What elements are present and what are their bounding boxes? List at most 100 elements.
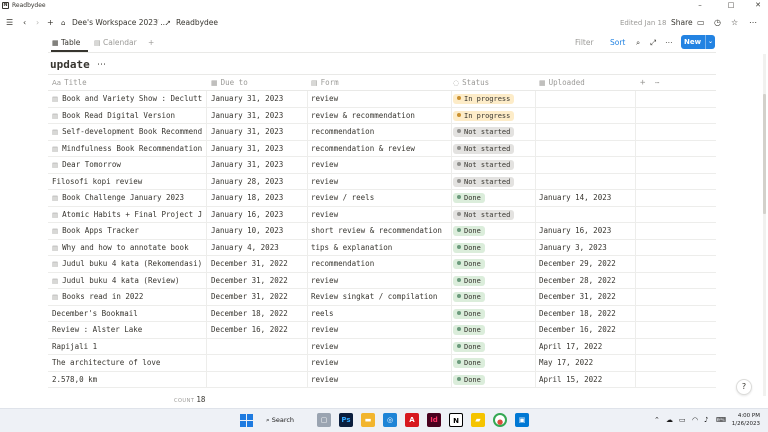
windows-start-icon[interactable] — [240, 414, 253, 427]
cell-status[interactable]: Not started — [453, 124, 535, 141]
battery-icon[interactable]: ▭ — [679, 413, 686, 427]
cell-title[interactable]: Review : Alster Lake — [52, 322, 206, 339]
tab-calendar[interactable]: ▤ Calendar — [94, 36, 137, 50]
cell-uploaded[interactable]: April 15, 2022 — [539, 372, 635, 389]
cell-uploaded[interactable] — [539, 124, 635, 141]
column-due[interactable]: ▦ Due to — [211, 75, 248, 91]
cell-uploaded[interactable]: December 31, 2022 — [539, 289, 635, 306]
cell-form[interactable]: reels — [311, 306, 451, 323]
table-row[interactable]: Filosofi kopi review January 28, 2023 revi… — [48, 173, 716, 191]
cell-uploaded[interactable]: January 16, 2023 — [539, 223, 635, 240]
breadcrumb-workspace[interactable]: Dee's Workspace 2023 ... — [72, 16, 167, 30]
cell-due-date[interactable]: January 31, 2023 — [211, 157, 307, 174]
cell-title[interactable]: Filosofi kopi review — [52, 174, 206, 191]
cell-title[interactable]: ▤ Self-development Book Recommend — [52, 124, 206, 141]
back-arrow-icon[interactable]: ‹ — [23, 16, 26, 30]
cell-status[interactable]: Done — [453, 240, 535, 257]
cell-form[interactable]: review — [311, 355, 451, 372]
column-options-icon[interactable]: ⋯ — [655, 75, 660, 91]
volume-icon[interactable]: ♪ — [704, 413, 708, 427]
cell-uploaded[interactable]: May 17, 2022 — [539, 355, 635, 372]
cell-form[interactable]: review — [311, 174, 451, 191]
cell-due-date[interactable]: January 31, 2023 — [211, 124, 307, 141]
onedrive-icon[interactable]: ☁ — [666, 413, 673, 427]
more-options-icon[interactable]: ⋯ — [749, 16, 757, 30]
table-row[interactable]: ▤ Mindfulness Book Recommendation January … — [48, 140, 716, 158]
scrollbar-thumb[interactable] — [763, 94, 766, 214]
cell-form[interactable]: review — [311, 91, 451, 108]
cell-uploaded[interactable] — [539, 91, 635, 108]
minimize-button[interactable]: – — [690, 0, 710, 11]
forward-arrow-icon[interactable]: › — [36, 16, 39, 30]
cell-uploaded[interactable]: December 29, 2022 — [539, 256, 635, 273]
cell-uploaded[interactable]: January 3, 2023 — [539, 240, 635, 257]
cell-status[interactable]: Not started — [453, 174, 535, 191]
cell-status[interactable]: Not started — [453, 207, 535, 224]
view-options-icon[interactable]: ⋯ — [665, 36, 673, 50]
table-row[interactable]: ▤ Self-development Book Recommend January … — [48, 124, 716, 141]
close-window-button[interactable]: ✕ — [748, 0, 768, 11]
table-row[interactable]: Review : Alster Lake December 16, 2022 rev… — [48, 322, 716, 339]
table-row[interactable]: ▤ Judul buku 4 kata (Review) December 31, … — [48, 272, 716, 290]
cell-title[interactable]: December's Bookmail — [52, 306, 206, 323]
table-row[interactable]: ▤ Dear Tomorrow January 31, 2023 review Not … — [48, 157, 716, 174]
cell-form[interactable]: tips & explanation — [311, 240, 451, 257]
cell-form[interactable]: review — [311, 273, 451, 290]
cell-title[interactable]: ▤ Mindfulness Book Recommendation — [52, 141, 206, 158]
cell-due-date[interactable]: December 31, 2022 — [211, 273, 307, 290]
cell-title[interactable]: ▤ Books read in 2022 — [52, 289, 206, 306]
cell-due-date[interactable]: January 28, 2023 — [211, 174, 307, 191]
cell-uploaded[interactable]: December 16, 2022 — [539, 322, 635, 339]
cell-title[interactable]: ▤ Atomic Habits + Final Project J — [52, 207, 206, 224]
table-row[interactable]: ▤ Book Read Digital Version January 31, 20… — [48, 107, 716, 125]
cell-title[interactable]: Rapijali 1 — [52, 339, 206, 356]
tray-chevron-icon[interactable]: ⌃ — [654, 413, 660, 427]
table-row[interactable]: 2.578,0 km review Done April 15, 2022 — [48, 371, 716, 389]
cell-form[interactable]: review & recommendation — [311, 108, 451, 125]
cell-form[interactable]: recommendation — [311, 256, 451, 273]
cell-due-date[interactable]: January 16, 2023 — [211, 207, 307, 224]
cell-form[interactable]: review — [311, 157, 451, 174]
acrobat-icon[interactable]: A — [405, 413, 419, 427]
cell-form[interactable]: review — [311, 339, 451, 356]
cell-status[interactable]: Done — [453, 190, 535, 207]
cell-title[interactable]: ▤ Judul buku 4 kata (Rekomendasi) — [52, 256, 206, 273]
cell-form[interactable]: recommendation & review — [311, 141, 451, 158]
cell-title[interactable]: ▤ Why and how to annotate book — [52, 240, 206, 257]
column-title[interactable]: Aa Title — [52, 75, 87, 91]
cell-status[interactable]: Not started — [453, 141, 535, 158]
table-row[interactable]: ▤ Book Challenge January 2023 January 18, … — [48, 190, 716, 207]
cell-uploaded[interactable]: December 28, 2022 — [539, 273, 635, 290]
table-row[interactable]: ▤ Why and how to annotate book January 4, … — [48, 239, 716, 257]
chevron-down-icon[interactable]: ⌄ — [705, 35, 715, 49]
cell-uploaded[interactable] — [539, 108, 635, 125]
cell-status[interactable]: Done — [453, 223, 535, 240]
notion-taskbar-icon[interactable]: N — [449, 413, 463, 427]
photoshop-icon[interactable]: Ps — [339, 413, 353, 427]
cell-title[interactable]: ▤ Dear Tomorrow — [52, 157, 206, 174]
cell-due-date[interactable] — [211, 372, 307, 389]
cell-form[interactable]: review / reels — [311, 190, 451, 207]
cell-status[interactable]: In progress — [453, 108, 535, 125]
cell-uploaded[interactable] — [539, 141, 635, 158]
expand-icon[interactable]: ⤢ — [650, 36, 656, 50]
breadcrumb-page[interactable]: Readbydee — [176, 16, 218, 30]
cell-due-date[interactable]: January 31, 2023 — [211, 91, 307, 108]
cell-status[interactable]: Done — [453, 256, 535, 273]
cell-status[interactable]: In progress — [453, 91, 535, 108]
sort-button[interactable]: Sort — [610, 36, 625, 50]
help-button[interactable]: ? — [736, 379, 752, 395]
cell-uploaded[interactable] — [539, 207, 635, 224]
cell-title[interactable]: ▤ Book Read Digital Version — [52, 108, 206, 125]
comments-icon[interactable]: ▭ — [697, 16, 705, 30]
cell-form[interactable]: review — [311, 207, 451, 224]
cell-due-date[interactable]: December 16, 2022 — [211, 322, 307, 339]
cell-status[interactable]: Done — [453, 273, 535, 290]
cell-due-date[interactable] — [211, 355, 307, 372]
cell-due-date[interactable]: January 31, 2023 — [211, 141, 307, 158]
add-view-icon[interactable]: + — [148, 36, 154, 50]
menu-icon[interactable]: ☰ — [6, 16, 13, 30]
add-property-icon[interactable]: + — [640, 75, 645, 91]
cell-title[interactable]: The architecture of love — [52, 355, 206, 372]
cell-status[interactable]: Done — [453, 372, 535, 389]
